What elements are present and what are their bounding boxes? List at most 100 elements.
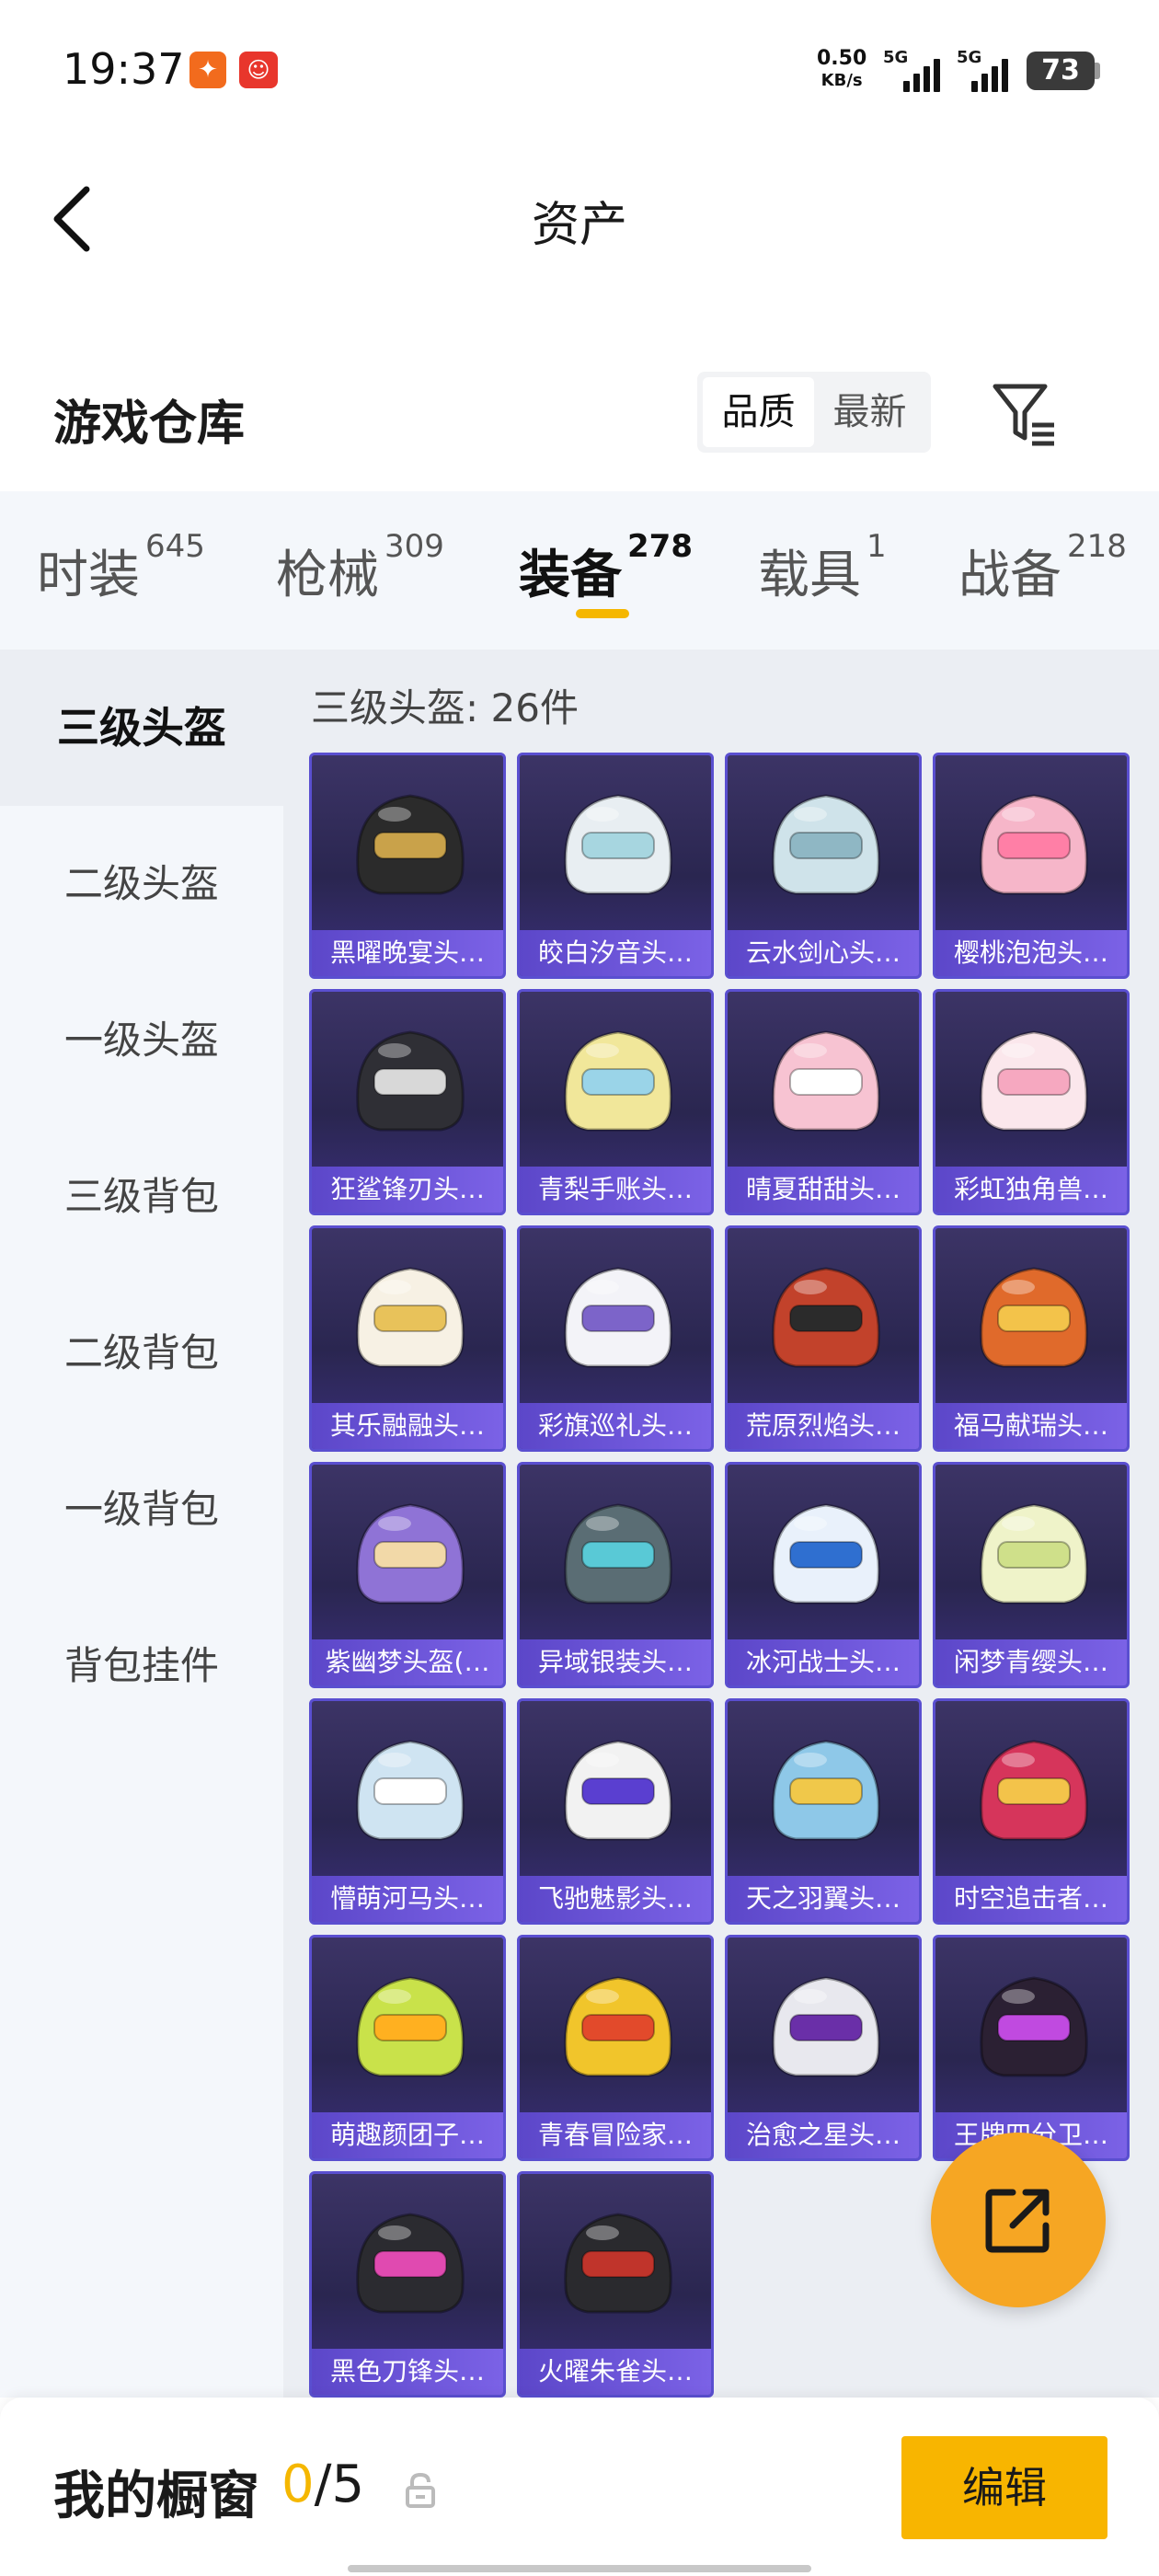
sort-quality-option[interactable]: 品质 [703,377,814,447]
sort-newest-option[interactable]: 最新 [814,377,925,447]
helmet-icon [356,1740,465,1841]
helmet-icon [772,1976,880,2077]
helmet-icon [356,1976,465,2077]
share-export-icon [985,2189,1050,2253]
item-name: 晴夏甜甜头… [728,1167,919,1213]
sidebar-item-backpack-charm[interactable]: 背包挂件 [0,1588,283,1744]
helmet-icon [772,1030,880,1132]
helmet-icon [564,1740,672,1841]
helmet-icon [356,2213,465,2314]
tab-equipment[interactable]: 装备 278 [519,528,693,608]
item-card[interactable]: 异域银装头… [517,1462,714,1688]
item-name: 懵萌河马头… [312,1876,503,1922]
helmet-icon [772,1740,880,1841]
item-card[interactable]: 闲梦青缨头… [933,1462,1130,1688]
tab-supplies[interactable]: 战备 218 [958,528,1127,608]
item-card[interactable]: 冰河战士头… [725,1462,922,1688]
item-card[interactable]: 荒原烈焰头… [725,1225,922,1452]
sidebar-item-level1-helmet[interactable]: 一级头盔 [0,962,283,1119]
helmet-icon [356,1267,465,1368]
helmet-icon [564,2213,672,2314]
page-title: 资产 [531,198,627,253]
status-bar: 19:37 ✦ ☺ 0.50 KB/s 5G 5G 73 [0,0,1159,138]
item-name: 黑曜晚宴头… [312,930,503,976]
item-card[interactable]: 萌趣颜团子… [309,1935,506,2161]
battery-icon: 73 [1027,52,1095,90]
item-card[interactable]: 治愈之星头… [725,1935,922,2161]
item-card[interactable]: 彩旗巡礼头… [517,1225,714,1452]
item-card[interactable]: 王牌四分卫… [933,1935,1130,2161]
item-card[interactable]: 黑曜晚宴头… [309,753,506,979]
item-name: 闲梦青缨头… [935,1639,1127,1685]
sidebar-item-level3-backpack[interactable]: 三级背包 [0,1119,283,1275]
sidebar-item-level2-backpack[interactable]: 二级背包 [0,1275,283,1432]
item-card[interactable]: 云水剑心头… [725,753,922,979]
helmet-icon [564,794,672,895]
helmet-icon [564,1976,672,2077]
filter-icon[interactable] [990,379,1060,449]
item-card[interactable]: 狂鲨锋刃头… [309,989,506,1215]
battery-tip [1095,63,1100,79]
helmet-icon [772,1503,880,1604]
sidebar-item-level3-helmet[interactable]: 三级头盔 [0,650,283,806]
tab-vehicles[interactable]: 载具 1 [758,528,887,608]
item-name: 青春冒险家… [520,2112,711,2158]
item-name: 飞驰魅影头… [520,1876,711,1922]
item-card[interactable]: 时空追击者… [933,1698,1130,1925]
item-card[interactable]: 天之羽翼头… [725,1698,922,1925]
item-card[interactable]: 黑色刀锋头… [309,2171,506,2398]
showcase-count: 0/5 [281,2455,365,2514]
item-name: 紫幽梦头盔(… [312,1639,503,1685]
item-name: 云水剑心头… [728,930,919,976]
item-card[interactable]: 樱桃泡泡头… [933,753,1130,979]
helmet-icon [980,1030,1088,1132]
item-card[interactable]: 懵萌河马头… [309,1698,506,1925]
sidebar: 三级头盔 二级头盔 一级头盔 三级背包 二级背包 一级背包 背包挂件 [0,650,283,2398]
helmet-icon [772,1267,880,1368]
category-tabs: 时装 645 枪械 309 装备 278 载具 1 战备 218 [0,491,1159,650]
lock-icon [406,2472,435,2508]
item-name: 天之羽翼头… [728,1876,919,1922]
app-notification-icon-2: ☺ [239,52,278,88]
helmet-icon [980,1503,1088,1604]
helmet-icon [356,1030,465,1132]
item-name: 青梨手账头… [520,1167,711,1213]
item-name: 萌趣颜团子… [312,2112,503,2158]
showcase-title: 我的橱窗 [53,2467,259,2526]
sidebar-item-level2-helmet[interactable]: 二级头盔 [0,806,283,962]
item-name: 皎白汐音头… [520,930,711,976]
item-card[interactable]: 皎白汐音头… [517,753,714,979]
item-card[interactable]: 紫幽梦头盔(… [309,1462,506,1688]
edit-button[interactable]: 编辑 [901,2436,1107,2539]
item-name: 黑色刀锋头… [312,2349,503,2395]
sidebar-item-level1-backpack[interactable]: 一级背包 [0,1432,283,1588]
item-card[interactable]: 彩虹独角兽… [933,989,1130,1215]
item-name: 狂鲨锋刃头… [312,1167,503,1213]
sort-toggle: 品质 最新 [697,372,931,453]
helmet-icon [356,1503,465,1604]
item-name: 异域银装头… [520,1639,711,1685]
warehouse-title: 游戏仓库 [53,397,246,452]
item-name: 其乐融融头… [312,1403,503,1449]
item-card[interactable]: 火曜朱雀头… [517,2171,714,2398]
item-card[interactable]: 青春冒险家… [517,1935,714,2161]
helmet-icon [356,794,465,895]
signal-icon-sim1: 5G [883,48,940,92]
item-card[interactable]: 青梨手账头… [517,989,714,1215]
item-card[interactable]: 其乐融融头… [309,1225,506,1452]
tab-firearms[interactable]: 枪械 309 [276,528,444,608]
helmet-icon [772,794,880,895]
helmet-icon [564,1030,672,1132]
tab-active-indicator [576,609,629,618]
network-speed: 0.50 KB/s [817,47,867,91]
item-name: 彩虹独角兽… [935,1167,1127,1213]
helmet-icon [980,794,1088,895]
share-fab-button[interactable] [931,2133,1106,2307]
helmet-icon [564,1267,672,1368]
item-card[interactable]: 晴夏甜甜头… [725,989,922,1215]
item-name: 火曜朱雀头… [520,2349,711,2395]
helmet-icon [564,1503,672,1604]
item-card[interactable]: 福马献瑞头… [933,1225,1130,1452]
tab-fashion[interactable]: 时装 645 [37,528,205,608]
item-card[interactable]: 飞驰魅影头… [517,1698,714,1925]
